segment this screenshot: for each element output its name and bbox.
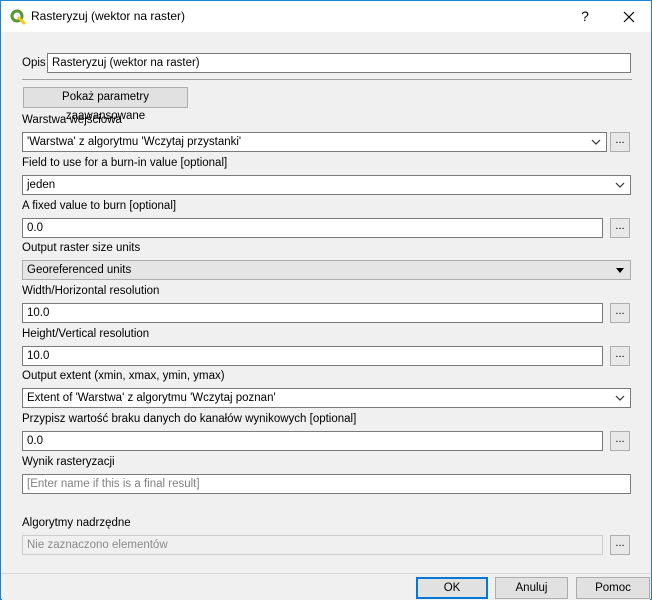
parent-algorithms-value: Nie zaznaczono elementów: [27, 539, 168, 551]
cancel-button[interactable]: Anuluj: [495, 577, 568, 599]
burn-field-label: Field to use for a burn-in value [option…: [22, 157, 228, 169]
width-button[interactable]: ...: [610, 303, 630, 323]
output-placeholder: [Enter name if this is a final result]: [27, 478, 200, 490]
title-bar: Rasteryzuj (wektor na raster) ?: [1, 1, 651, 32]
separator: [22, 79, 632, 80]
burn-field-value: jeden: [27, 179, 56, 191]
width-value: 10.0: [27, 307, 50, 319]
output-label: Wynik rasteryzacji: [22, 456, 115, 468]
size-units-value: Georeferenced units: [27, 264, 132, 276]
size-units-label: Output raster size units: [22, 242, 141, 254]
height-button[interactable]: ...: [610, 346, 630, 366]
qgis-logo-icon: [10, 9, 26, 25]
burn-field-combo[interactable]: jeden: [22, 175, 631, 195]
nodata-label: Przypisz wartość braku danych do kanałów…: [22, 413, 357, 425]
height-field[interactable]: 10.0: [22, 346, 603, 366]
close-button[interactable]: [611, 1, 647, 32]
extent-combo[interactable]: Extent of 'Warstwa' z algorytmu 'Wczytaj…: [22, 388, 631, 408]
parent-algorithms-label: Algorytmy nadrzędne: [22, 517, 131, 529]
nodata-value: 0.0: [27, 435, 43, 447]
chevron-down-icon: [591, 139, 601, 145]
fixed-value-button[interactable]: ...: [610, 218, 630, 238]
dialog-body: Opis Rasteryzuj (wektor na raster) Pokaż…: [2, 32, 650, 573]
height-value: 10.0: [27, 350, 50, 362]
height-label: Height/Vertical resolution: [22, 328, 150, 340]
ok-button[interactable]: OK: [416, 577, 488, 599]
dropdown-arrow-icon: [616, 268, 624, 273]
help-title-button[interactable]: ?: [569, 1, 601, 32]
window-title: Rasteryzuj (wektor na raster): [31, 9, 186, 23]
extent-value: Extent of 'Warstwa' z algorytmu 'Wczytaj…: [27, 392, 276, 404]
dialog-window: Rasteryzuj (wektor na raster) ? Opis Ras…: [0, 0, 652, 600]
chevron-down-icon: [615, 182, 625, 188]
help-button[interactable]: Pomoc: [576, 577, 650, 599]
width-label: Width/Horizontal resolution: [22, 285, 160, 297]
width-field[interactable]: 10.0: [22, 303, 603, 323]
extent-label: Output extent (xmin, xmax, ymin, ymax): [22, 370, 225, 382]
opis-value: Rasteryzuj (wektor na raster): [52, 57, 200, 69]
opis-field[interactable]: Rasteryzuj (wektor na raster): [47, 53, 631, 73]
parent-algorithms-button[interactable]: ...: [610, 535, 630, 555]
input-layer-browse-button[interactable]: ...: [610, 132, 630, 152]
input-layer-label: Warstwa wejściowa: [22, 114, 122, 126]
parent-algorithms-field: Nie zaznaczono elementów: [22, 535, 603, 555]
fixed-value-label: A fixed value to burn [optional]: [22, 200, 177, 212]
input-layer-combo[interactable]: 'Warstwa' z algorytmu 'Wczytaj przystank…: [22, 132, 607, 152]
fixed-value-value: 0.0: [27, 222, 43, 234]
output-field[interactable]: [Enter name if this is a final result]: [22, 474, 631, 494]
input-layer-value: 'Warstwa' z algorytmu 'Wczytaj przystank…: [27, 136, 242, 148]
nodata-field[interactable]: 0.0: [22, 431, 603, 451]
opis-label: Opis: [22, 57, 46, 69]
close-icon: [623, 11, 635, 23]
nodata-button[interactable]: ...: [610, 431, 630, 451]
fixed-value-field[interactable]: 0.0: [22, 218, 603, 238]
size-units-combo[interactable]: Georeferenced units: [22, 260, 631, 280]
chevron-down-icon: [615, 395, 625, 401]
show-advanced-button[interactable]: Pokaż parametry zaawansowane: [23, 87, 188, 122]
